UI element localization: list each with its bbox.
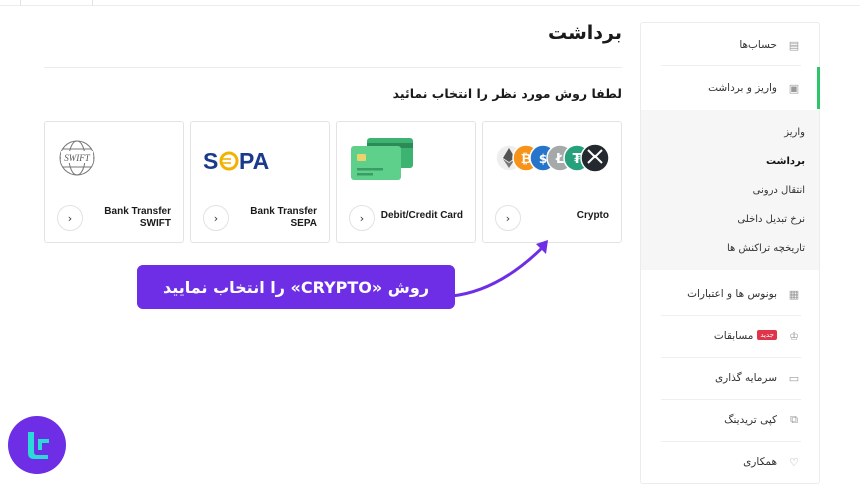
- sidebar-item-label: حساب‌ها: [739, 39, 777, 51]
- new-badge: جدید: [757, 330, 777, 340]
- sidebar-submenu: واریز برداشت انتقال درونی نرخ تبدیل داخل…: [641, 110, 819, 270]
- method-card-sepa[interactable]: S PA Bank Transfer SEPA ›: [190, 121, 330, 243]
- method-label: Debit/Credit Card: [380, 210, 463, 221]
- sidebar-item-label: سرمایه گذاری: [714, 372, 777, 384]
- svg-text:₮: ₮: [572, 152, 581, 167]
- sidebar-item-label: کپی تریدینگ: [724, 414, 777, 426]
- submenu-item-deposit[interactable]: واریز: [784, 127, 805, 138]
- bonus-icon: ▦: [788, 287, 800, 301]
- crypto-coins-icon: ₿ $ Ł ₮: [495, 138, 611, 178]
- page-title: برداشت: [547, 22, 622, 44]
- method-label: Bank Transfer SEPA: [250, 206, 317, 229]
- sidebar-item-label: جدیدمسابقات: [714, 330, 777, 342]
- top-bar-divider: [20, 0, 21, 6]
- submenu-item-history[interactable]: تاریخچه تراکنش ها: [727, 243, 805, 254]
- svg-text:S: S: [203, 148, 218, 174]
- brand-logo-icon: [8, 416, 66, 474]
- sidebar-item-accounts[interactable]: حساب‌ها ▤: [661, 25, 801, 65]
- svg-text:$: $: [539, 152, 547, 166]
- sidebar-item-partnership[interactable]: همکاری ♡: [661, 442, 801, 482]
- sepa-logo: S PA: [203, 138, 283, 178]
- chevron-right-icon[interactable]: ›: [349, 205, 375, 231]
- method-card-crypto[interactable]: ₿ $ Ł ₮ Crypto ›: [482, 121, 622, 243]
- callout-text: روش «CRYPTO» را انتخاب نمایید: [162, 277, 430, 297]
- instruction-callout: روش «CRYPTO» را انتخاب نمایید: [137, 265, 455, 309]
- sidebar-item-bonuses[interactable]: بونوس ها و اعتبارات ▦: [661, 274, 801, 314]
- active-indicator: [817, 67, 820, 109]
- sidebar-item-copy-trading[interactable]: کپی تریدینگ ⧉: [661, 400, 801, 440]
- submenu-item-exchange-rate[interactable]: نرخ تبدیل داخلی: [737, 214, 805, 225]
- payment-methods: SWIFT Bank Transfer SWIFT › S PA Bank Tr…: [44, 121, 622, 243]
- briefcase-icon: ▭: [788, 371, 800, 385]
- method-card-debit-credit[interactable]: Debit/Credit Card ›: [336, 121, 476, 243]
- title-divider: [44, 67, 622, 68]
- page-subtitle: لطفا روش مورد نظر را انتخاب نمائید: [392, 86, 622, 101]
- sidebar-item-deposit-withdraw[interactable]: واریز و برداشت ▣: [661, 68, 801, 108]
- copy-trading-icon: ⧉: [790, 413, 798, 426]
- svg-text:Ł: Ł: [555, 152, 564, 167]
- sidebar-item-competitions[interactable]: جدیدمسابقات ♔: [661, 316, 801, 356]
- handshake-icon: ♡: [789, 455, 799, 469]
- sidebar-item-label: بونوس ها و اعتبارات: [687, 288, 777, 300]
- chevron-right-icon[interactable]: ›: [57, 205, 83, 231]
- svg-text:PA: PA: [239, 148, 269, 174]
- sidebar-item-label: همکاری: [743, 456, 777, 468]
- sidebar-divider: [661, 65, 801, 66]
- accounts-icon: ▤: [788, 38, 800, 52]
- method-label: Crypto: [576, 210, 609, 221]
- svg-text:SWIFT: SWIFT: [64, 153, 90, 163]
- chevron-right-icon[interactable]: ›: [495, 205, 521, 231]
- sidebar-item-investment[interactable]: سرمایه گذاری ▭: [661, 358, 801, 398]
- swift-logo: SWIFT: [57, 138, 97, 178]
- submenu-item-withdraw[interactable]: برداشت: [766, 156, 805, 167]
- method-card-swift[interactable]: SWIFT Bank Transfer SWIFT ›: [44, 121, 184, 243]
- pointer-arrow-icon: [450, 240, 548, 298]
- trophy-icon: ♔: [789, 329, 799, 343]
- submenu-item-internal-transfer[interactable]: انتقال درونی: [753, 185, 805, 196]
- method-label: Bank Transfer SWIFT: [104, 206, 171, 229]
- wallet-icon: ▣: [788, 81, 800, 95]
- sidebar: حساب‌ها ▤ واریز و برداشت ▣ واریز برداشت …: [640, 22, 820, 484]
- sidebar-item-label: واریز و برداشت: [708, 82, 777, 94]
- credit-card-icon: [349, 138, 419, 180]
- chevron-right-icon[interactable]: ›: [203, 205, 229, 231]
